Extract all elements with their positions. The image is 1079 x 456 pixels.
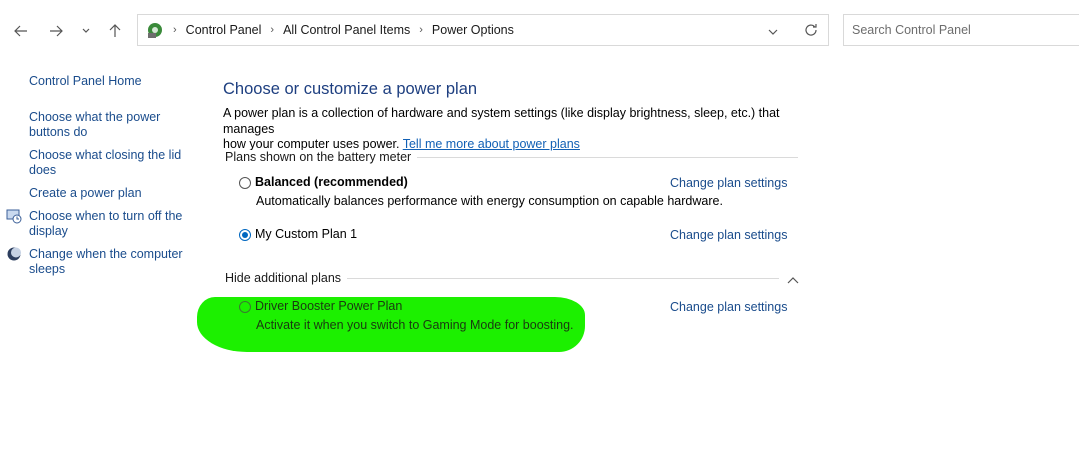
plan-balanced-radio[interactable] xyxy=(239,177,251,189)
up-button[interactable] xyxy=(104,20,126,42)
breadcrumb-all-items[interactable]: All Control Panel Items xyxy=(283,23,410,37)
breadcrumb-separator: › xyxy=(419,24,423,36)
monitor-icon xyxy=(6,208,22,227)
arrow-right-icon xyxy=(50,25,63,37)
sidebar-item-turn-off-display[interactable]: Choose when to turn off the display xyxy=(29,209,182,239)
breadcrumb-control-panel[interactable]: Control Panel xyxy=(186,23,262,37)
plan-custom-name[interactable]: My Custom Plan 1 xyxy=(255,227,357,241)
breadcrumb-power-options[interactable]: Power Options xyxy=(432,23,514,37)
arrow-up-icon xyxy=(109,24,121,37)
plan-driver-booster-description: Activate it when you switch to Gaming Mo… xyxy=(256,318,574,332)
search-input[interactable] xyxy=(843,14,1079,46)
learn-more-link[interactable]: Tell me more about power plans xyxy=(403,137,580,151)
page-title: Choose or customize a power plan xyxy=(223,80,478,98)
collapse-button[interactable] xyxy=(787,273,799,287)
plan-custom-radio[interactable] xyxy=(239,229,251,241)
sidebar-item-label: buttons do xyxy=(29,125,88,139)
plan-driver-booster-radio[interactable] xyxy=(239,301,251,313)
refresh-icon xyxy=(805,24,817,36)
battery-plans-group-label: Plans shown on the battery meter xyxy=(225,150,418,164)
sidebar-control-panel-home[interactable]: Control Panel Home xyxy=(29,74,142,89)
chevron-down-icon xyxy=(82,28,90,33)
refresh-button[interactable] xyxy=(804,23,818,40)
moon-icon xyxy=(6,246,22,265)
plan-driver-booster-name[interactable]: Driver Booster Power Plan xyxy=(255,299,402,313)
address-dropdown-button[interactable] xyxy=(768,25,778,39)
sidebar-item-closing-lid[interactable]: Choose what closing the lid does xyxy=(29,148,181,178)
sidebar-item-label: Choose when to turn off the xyxy=(29,209,183,223)
sidebar-item-label: sleeps xyxy=(29,262,66,276)
chevron-up-icon xyxy=(787,277,799,284)
sidebar-item-label: does xyxy=(29,163,57,177)
sidebar-item-label: Choose what the power xyxy=(29,110,161,124)
control-panel-icon xyxy=(146,21,164,39)
breadcrumb-separator: › xyxy=(173,24,177,36)
plan-balanced-description: Automatically balances performance with … xyxy=(256,194,723,208)
page-description: A power plan is a collection of hardware… xyxy=(223,106,780,151)
plan-balanced-change-settings-link[interactable]: Change plan settings xyxy=(670,176,787,190)
plan-driver-booster-change-settings-link[interactable]: Change plan settings xyxy=(670,300,787,314)
sidebar-item-label: Change when the computer xyxy=(29,247,183,261)
plan-custom-change-settings-link[interactable]: Change plan settings xyxy=(670,228,787,242)
sidebar-item-sleep[interactable]: Change when the computer sleeps xyxy=(29,247,183,277)
arrow-left-icon xyxy=(14,25,27,37)
plan-balanced-name[interactable]: Balanced (recommended) xyxy=(255,175,408,189)
sidebar-item-power-buttons[interactable]: Choose what the power buttons do xyxy=(29,110,160,140)
address-bar[interactable]: › Control Panel › All Control Panel Item… xyxy=(137,14,829,46)
hide-additional-plans-label[interactable]: Hide additional plans xyxy=(225,271,348,285)
sidebar-item-label: Choose what closing the lid xyxy=(29,148,182,162)
back-button[interactable] xyxy=(10,20,32,42)
breadcrumb-separator: › xyxy=(270,24,275,36)
chevron-down-icon xyxy=(768,29,778,35)
sidebar-item-label: display xyxy=(29,224,68,238)
sidebar-item-create-plan[interactable]: Create a power plan xyxy=(29,186,142,201)
recent-locations-button[interactable] xyxy=(76,20,96,42)
forward-button[interactable] xyxy=(45,20,67,42)
